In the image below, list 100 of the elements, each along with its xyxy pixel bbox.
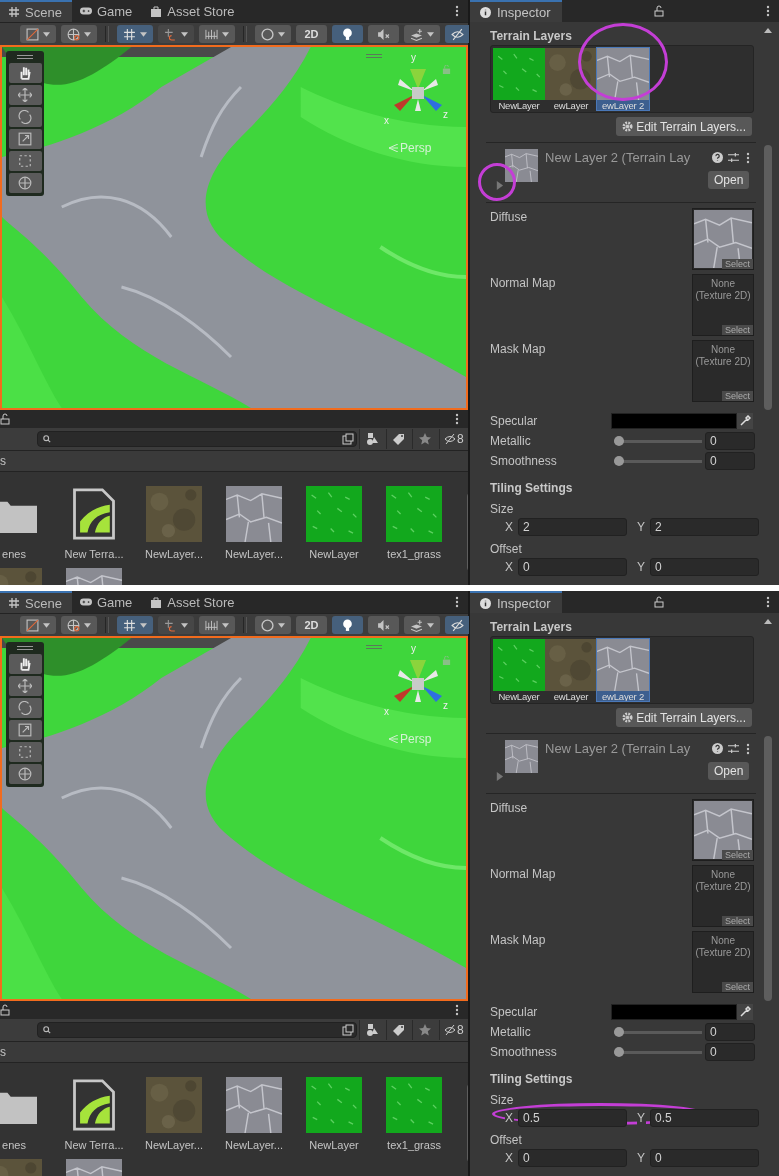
transform-tool-button[interactable] [8,173,42,193]
popout-icon[interactable] [342,1024,355,1036]
snap-button[interactable] [158,616,194,634]
foldout-icon[interactable] [495,181,504,190]
draw-mode-button[interactable] [20,616,56,634]
transform-tool-button[interactable] [8,764,42,784]
menu-icon[interactable] [766,596,770,608]
eyedropper-icon[interactable] [737,413,753,429]
asset-item[interactable]: NewLayer... [134,1077,214,1151]
texture-slot[interactable]: Select [692,208,754,270]
inspector-tab[interactable]: Inspector [470,591,562,613]
lock-icon[interactable] [0,413,10,425]
open-button[interactable]: Open [708,762,750,780]
color-field[interactable] [611,413,737,429]
asset-item[interactable]: NewLayer... [214,486,294,560]
ruler-button[interactable] [199,25,235,43]
number-field[interactable]: 2 [650,517,759,536]
scale-tool-button[interactable] [8,129,42,149]
asset-item[interactable]: NewLayer [294,486,374,560]
menu-icon[interactable] [455,413,459,425]
asset-item[interactable]: enes [0,1077,54,1151]
sliders-icon[interactable] [728,152,739,163]
globe-button[interactable] [61,616,97,634]
help-icon[interactable] [712,743,723,754]
number-field[interactable]: 0.5 [518,1108,627,1127]
hidden-packages-button[interactable]: 8 [438,1020,468,1040]
globe-button[interactable] [61,25,97,43]
audio-button[interactable] [368,616,399,634]
rotate-tool-button[interactable] [8,107,42,127]
lock-icon[interactable] [0,1004,10,1016]
shading-button[interactable] [255,25,291,43]
asset-item[interactable]: NewLayer [294,1077,374,1151]
view-tab[interactable]: Game [71,0,143,22]
slider-thumb[interactable] [614,1026,624,1037]
breadcrumb[interactable]: s [0,454,6,468]
sliders-icon[interactable] [728,743,739,754]
rotate-tool-button[interactable] [8,698,42,718]
texture-slot[interactable]: None (Texture 2D) Select [692,931,754,993]
ruler-button[interactable] [199,616,235,634]
draw-mode-button[interactable] [20,25,56,43]
view-tab[interactable]: Scene [0,591,72,613]
terrain-layer-item[interactable]: ewLayer 2 [597,48,649,110]
asset-item[interactable]: NewLayer... [214,1077,294,1151]
lock-icon[interactable] [654,5,664,17]
texture-slot[interactable]: None (Texture 2D) Select [692,865,754,927]
hand-tool-button[interactable] [8,63,42,83]
view-tab[interactable]: Scene [0,0,72,22]
scrollbar[interactable] [764,736,772,1001]
hand-tool-button[interactable] [8,654,42,674]
rect-tool-button[interactable] [8,151,42,171]
asset-item[interactable]: NewLayer... [134,486,214,560]
terrain-layer-item[interactable]: ewLayer 2 [597,639,649,701]
effects-button[interactable] [404,616,440,634]
search-field[interactable] [37,431,358,447]
slider-thumb[interactable] [614,1046,624,1057]
select-button[interactable]: Select [722,982,753,992]
view-tab[interactable]: Game [71,591,143,613]
rect-tool-button[interactable] [8,742,42,762]
lock-icon[interactable] [654,596,664,608]
asset-item[interactable]: enes [0,486,54,560]
number-field[interactable]: 0 [518,1148,627,1167]
select-button[interactable]: Select [722,916,753,926]
number-field[interactable]: 0 [705,1043,755,1061]
select-button[interactable]: Select [722,259,753,269]
asset-item[interactable]: New Terra... [54,486,134,560]
mode-2d-button[interactable]: 2D [296,616,327,634]
edit-terrain-layers-button[interactable]: Edit Terrain Layers... [616,117,752,136]
scroll-up-icon[interactable] [764,619,772,624]
help-icon[interactable] [712,152,723,163]
terrain-layer-item[interactable]: NewLayer [493,639,545,701]
scrollbar[interactable] [764,145,772,410]
menu-icon[interactable] [746,743,750,755]
asset-item[interactable]: tex1_grass [374,486,454,560]
view-tab[interactable]: Asset Store [142,591,245,613]
texture-slot[interactable]: Select [692,799,754,861]
mode-2d-button[interactable]: 2D [296,25,327,43]
number-field[interactable]: 0 [650,1148,759,1167]
menu-icon[interactable] [455,596,459,608]
menu-icon[interactable] [746,152,750,164]
number-field[interactable]: 0 [518,557,627,576]
move-tool-button[interactable] [8,85,42,105]
scale-tool-button[interactable] [8,720,42,740]
eyedropper-icon[interactable] [737,1004,753,1020]
terrain-layer-item[interactable]: ewLayer [545,48,597,110]
visibility-button[interactable] [445,25,469,43]
slider-thumb[interactable] [614,455,624,466]
texture-slot[interactable]: None (Texture 2D) Select [692,274,754,336]
texture-slot[interactable]: None (Texture 2D) Select [692,340,754,402]
select-button[interactable]: Select [722,391,753,401]
move-tool-button[interactable] [8,676,42,696]
menu-icon[interactable] [766,5,770,17]
search-field[interactable] [37,1022,358,1038]
scroll-up-icon[interactable] [764,28,772,33]
inspector-tab[interactable]: Inspector [470,0,562,22]
edit-terrain-layers-button[interactable]: Edit Terrain Layers... [616,708,752,727]
slider-thumb[interactable] [614,435,624,446]
grid-snap-button[interactable] [117,25,153,43]
grid-snap-button[interactable] [117,616,153,634]
effects-button[interactable] [404,25,440,43]
lighting-button[interactable] [332,25,363,43]
